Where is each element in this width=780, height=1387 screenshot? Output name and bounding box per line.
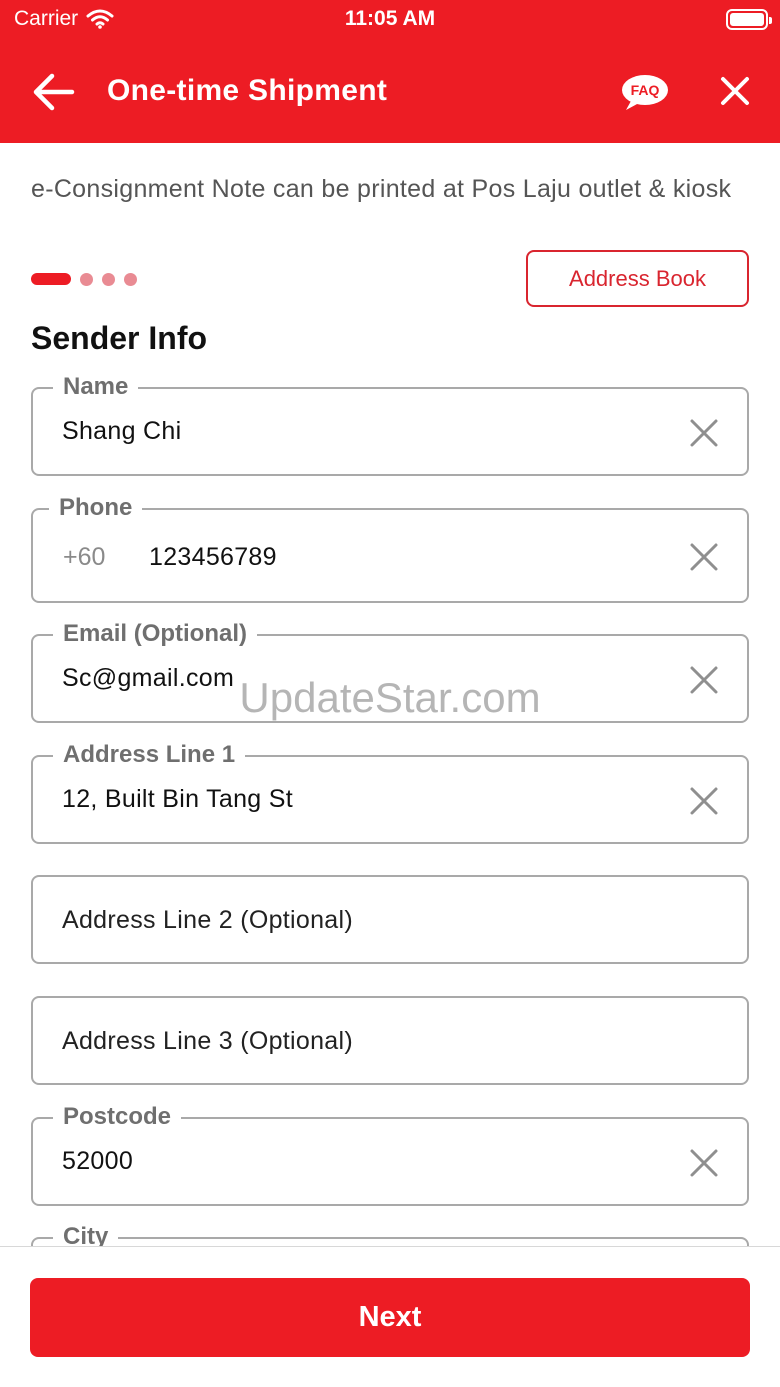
faq-label: FAQ	[631, 82, 660, 98]
name-value[interactable]: Shang Chi	[62, 417, 181, 446]
email-field[interactable]: Email (Optional) Sc@gmail.com	[31, 619, 749, 723]
close-icon	[721, 77, 749, 105]
status-bar: Carrier 11:05 AM	[0, 0, 780, 40]
address-line-3-field[interactable]: Address Line 3 (Optional)	[31, 996, 749, 1085]
step-3	[102, 272, 115, 286]
postcode-field[interactable]: Postcode 52000	[31, 1102, 749, 1206]
faq-chat-icon: FAQ	[622, 75, 668, 110]
faq-button[interactable]: FAQ	[619, 70, 671, 114]
step-4	[124, 272, 137, 286]
address-book-button[interactable]: Address Book	[526, 250, 749, 307]
clear-address-line-1-icon[interactable]	[689, 786, 719, 816]
clear-name-icon[interactable]	[689, 418, 719, 448]
phone-field[interactable]: Phone +60 123456789	[31, 493, 749, 603]
address-line-2-placeholder[interactable]: Address Line 2 (Optional)	[62, 906, 353, 935]
address-line-1-label: Address Line 1	[53, 740, 246, 770]
app-header: Carrier 11:05 AM One-time Shipment FAQ	[0, 0, 780, 143]
phone-value[interactable]: 123456789	[149, 543, 277, 572]
section-title: Sender Info	[31, 320, 208, 356]
address-line-1-field[interactable]: Address Line 1 12, Built Bin Tang St	[31, 740, 749, 844]
name-label: Name	[53, 372, 139, 402]
step-indicator	[31, 272, 137, 286]
email-label: Email (Optional)	[53, 619, 258, 649]
clear-postcode-icon[interactable]	[689, 1148, 719, 1178]
country-code: +60	[63, 543, 106, 571]
back-button[interactable]	[30, 70, 76, 114]
phone-label: Phone	[49, 493, 143, 523]
clear-email-icon[interactable]	[689, 665, 719, 695]
close-button[interactable]	[718, 74, 752, 108]
next-button[interactable]: Next	[30, 1278, 750, 1357]
printing-notice: e-Consignment Note can be printed at Pos…	[31, 175, 732, 203]
postcode-label: Postcode	[53, 1102, 182, 1132]
clear-phone-icon[interactable]	[689, 542, 719, 572]
arrow-left-icon	[33, 73, 75, 111]
postcode-value[interactable]: 52000	[62, 1147, 133, 1176]
address-line-3-placeholder[interactable]: Address Line 3 (Optional)	[62, 1027, 353, 1056]
battery-icon	[726, 9, 772, 30]
name-field[interactable]: Name Shang Chi	[31, 372, 749, 476]
status-time: 11:05 AM	[344, 7, 436, 30]
email-value[interactable]: Sc@gmail.com	[62, 664, 234, 693]
address-line-2-field[interactable]: Address Line 2 (Optional)	[31, 875, 749, 964]
page-title: One-time Shipment	[107, 74, 388, 107]
step-1-active	[31, 273, 71, 285]
step-2	[80, 272, 93, 286]
address-line-1-value[interactable]: 12, Built Bin Tang St	[62, 785, 293, 814]
